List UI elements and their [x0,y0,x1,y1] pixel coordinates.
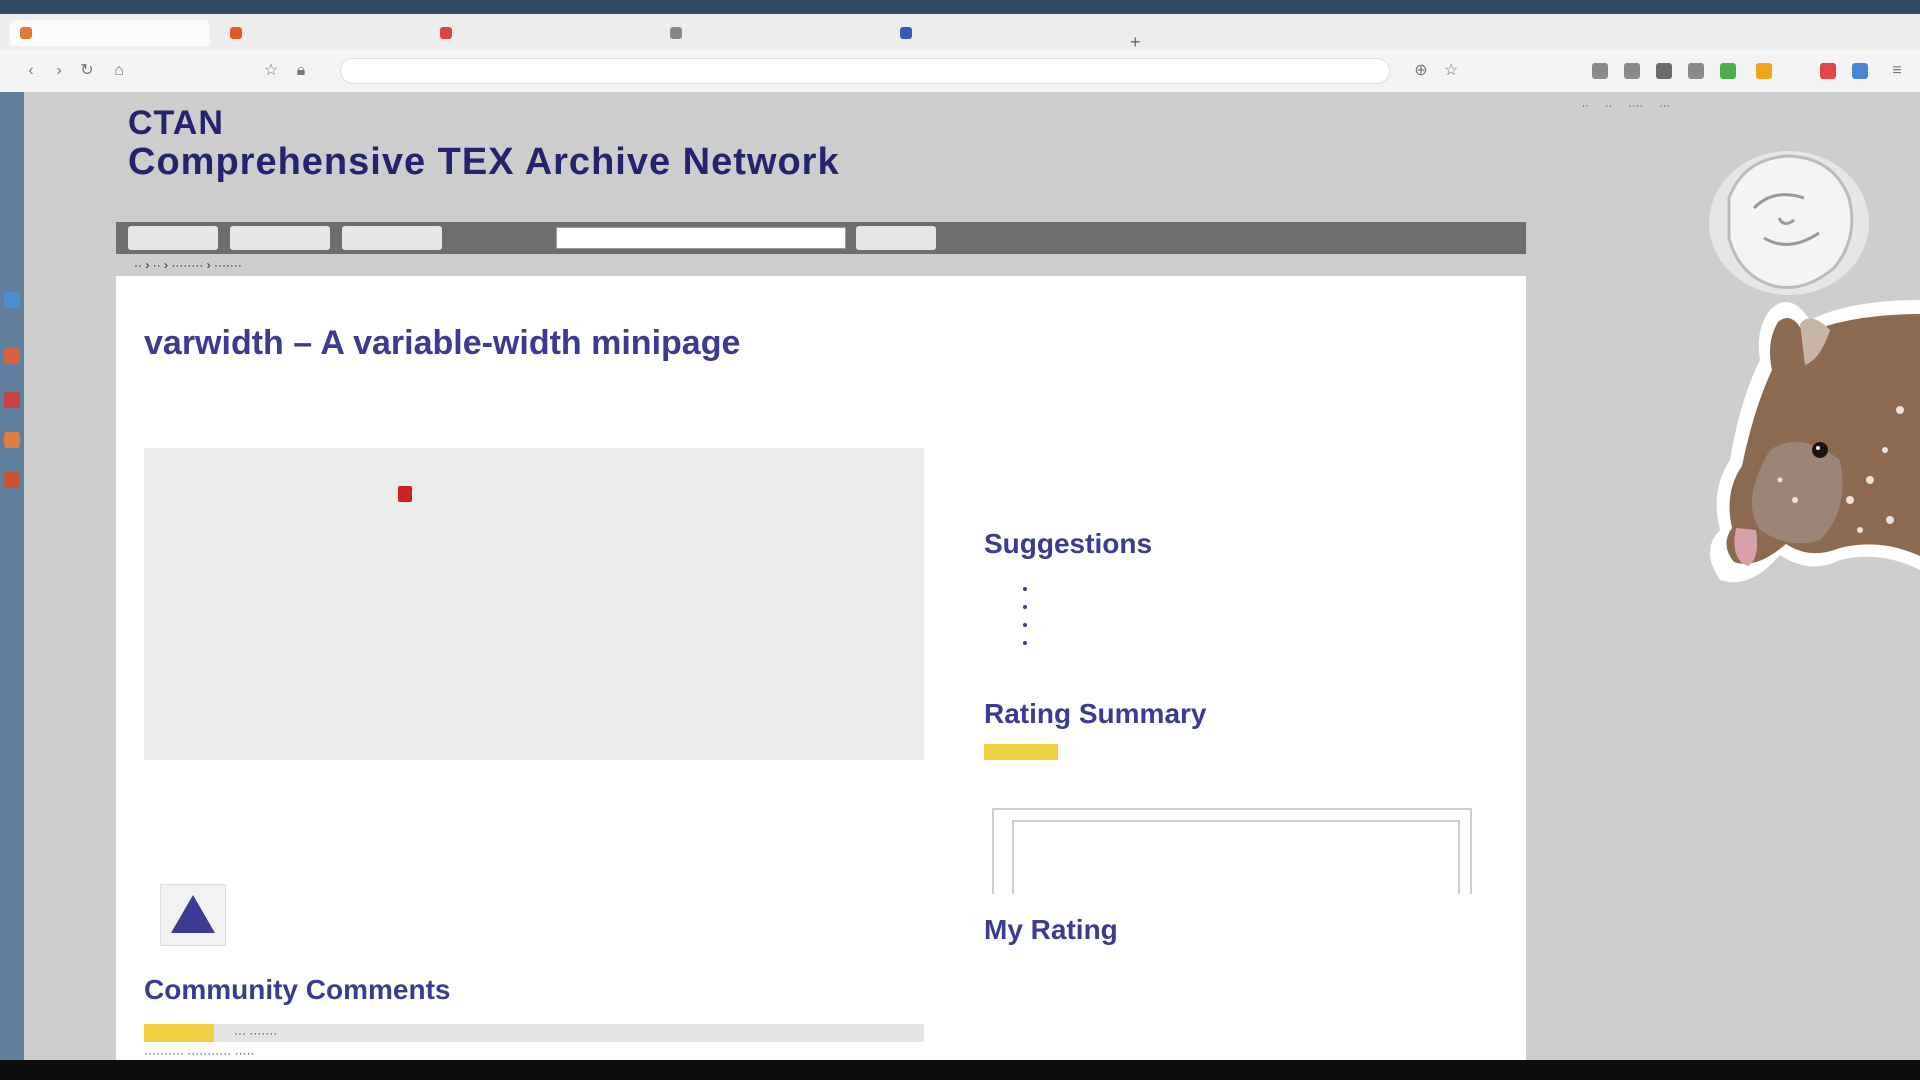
comment-stars [144,1024,214,1042]
comment-text: ·········· ··········· ····· [144,1046,255,1060]
pdf-icon [398,485,412,502]
info-value[interactable] [398,485,418,503]
tapir-sticker-icon [1710,300,1920,583]
zoom-icon[interactable]: ⊕ [1410,60,1432,82]
dock-app-icon[interactable] [4,348,20,364]
site-title[interactable]: CTAN Comprehensive TEX Archive Network [128,104,840,184]
dock-app-icon[interactable] [4,432,20,448]
nav-menu-item[interactable] [128,226,218,250]
my-rating-heading: My Rating [984,914,1118,945]
forward-icon[interactable]: › [48,60,70,82]
extension-icon[interactable] [1720,63,1736,79]
top-link[interactable]: ··· [1659,100,1670,112]
browser-tab[interactable] [660,20,880,46]
side-dock [0,92,24,1060]
site-title-abbr: CTAN [128,104,224,142]
browser-tab[interactable] [10,20,210,46]
favicon-icon [900,27,912,39]
extension-icon[interactable] [1852,63,1868,79]
top-links: ·· ·· ···· ··· [1582,100,1670,112]
menu-icon[interactable]: ≡ [1886,60,1908,82]
back-icon[interactable]: ‹ [20,60,42,82]
bookmark-icon[interactable]: ☆ [260,60,282,82]
site-title-full: Comprehensive TEX Archive Network [128,141,840,183]
os-top-strip [0,0,1920,14]
extension-icon[interactable] [1756,63,1772,79]
search-button[interactable] [856,226,936,250]
main-content: varwidth – A variable-width minipage Com… [116,276,1526,1060]
package-info-table [144,448,924,760]
tab-bar: + [0,14,1920,52]
favicon-icon [230,27,242,39]
star-icon[interactable]: ☆ [1440,60,1462,82]
suggestions-list [1020,580,1038,652]
extension-icon[interactable] [1656,63,1672,79]
rating-summary-heading: Rating Summary [984,698,1207,729]
main-nav [116,222,1526,254]
favicon-icon [20,27,32,39]
top-link[interactable]: ·· [1605,100,1612,112]
browser-tab[interactable] [220,20,420,46]
browser-toolbar: ‹ › ↻ ⌂ ☆ 🔒︎ ⊕ ☆ ≡ [0,50,1920,93]
favicon-icon [670,27,682,39]
lock-icon: 🔒︎ [296,62,306,79]
web-page: CTAN Comprehensive TEX Archive Network ·… [24,92,1920,1060]
rating-chart [992,808,1472,894]
comment-author[interactable]: ··· ······· [234,1026,277,1040]
extension-icon[interactable] [1688,63,1704,79]
favicon-icon [440,27,452,39]
home-icon[interactable]: ⌂ [108,60,130,82]
page-title: varwidth – A variable-width minipage [144,324,741,362]
dock-app-icon[interactable] [4,472,20,488]
url-bar[interactable] [340,58,1390,84]
community-comments-heading: Community Comments [144,974,451,1005]
extension-icon[interactable] [1820,63,1836,79]
dock-app-icon[interactable] [4,292,20,308]
taskbar [0,1060,1920,1080]
reload-icon[interactable]: ↻ [76,60,98,82]
search-input[interactable] [556,227,846,249]
nav-menu-item[interactable] [342,226,442,250]
top-link[interactable]: ·· [1582,100,1589,112]
extension-icon[interactable] [1592,63,1608,79]
breadcrumb: ·· › ·· › ········ › ······· [134,258,242,272]
nav-menu-item[interactable] [230,226,330,250]
announcement-icon [160,884,226,946]
suggestions-heading: Suggestions [984,528,1153,559]
browser-tab[interactable] [430,20,650,46]
dock-app-icon[interactable] [4,392,20,408]
extension-icon[interactable] [1624,63,1640,79]
rating-stars [984,744,1058,760]
top-link[interactable]: ···· [1628,100,1643,112]
comment-header: ··· ······· [144,1024,924,1042]
browser-tab[interactable] [890,20,1110,46]
